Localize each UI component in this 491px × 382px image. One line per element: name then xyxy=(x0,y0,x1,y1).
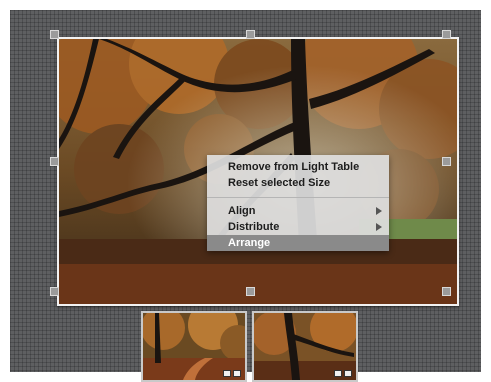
thumbnail-photo[interactable] xyxy=(141,311,247,382)
lock-badge-icon xyxy=(344,370,352,377)
resize-handle-bottom-left[interactable] xyxy=(50,287,59,296)
menu-item-distribute[interactable]: Distribute xyxy=(207,219,389,235)
image-badge-icon xyxy=(223,370,231,377)
menu-item-label: Distribute xyxy=(228,221,280,233)
resize-handle-middle-left[interactable] xyxy=(50,157,59,166)
resize-handle-bottom-middle[interactable] xyxy=(246,287,255,296)
image-badge-icon xyxy=(334,370,342,377)
resize-handle-top-middle[interactable] xyxy=(246,30,255,39)
chevron-right-icon xyxy=(376,207,382,215)
lock-badge-icon xyxy=(233,370,241,377)
thumbnail-badges xyxy=(334,370,352,377)
resize-handle-top-left[interactable] xyxy=(50,30,59,39)
menu-item-label: Arrange xyxy=(228,237,271,249)
thumbnail-photo[interactable] xyxy=(252,311,358,382)
menu-separator xyxy=(207,197,389,198)
menu-item-arrange[interactable]: Arrange xyxy=(207,235,389,251)
menu-item-reset-selected-size[interactable]: Reset selected Size xyxy=(207,175,389,191)
menu-item-remove-from-light-table[interactable]: Remove from Light Table xyxy=(207,159,389,175)
context-menu: Remove from Light Table Reset selected S… xyxy=(207,155,389,251)
resize-handle-middle-right[interactable] xyxy=(442,157,451,166)
thumbnail-badges xyxy=(223,370,241,377)
light-table-canvas[interactable]: Remove from Light Table Reset selected S… xyxy=(10,10,481,382)
menu-item-label: Align xyxy=(228,205,256,217)
menu-item-label: Remove from Light Table xyxy=(228,161,360,173)
menu-item-align[interactable]: Align xyxy=(207,203,389,219)
chevron-right-icon xyxy=(376,223,382,231)
resize-handle-bottom-right[interactable] xyxy=(442,287,451,296)
menu-item-label: Reset selected Size xyxy=(228,177,331,189)
resize-handle-top-right[interactable] xyxy=(442,30,451,39)
